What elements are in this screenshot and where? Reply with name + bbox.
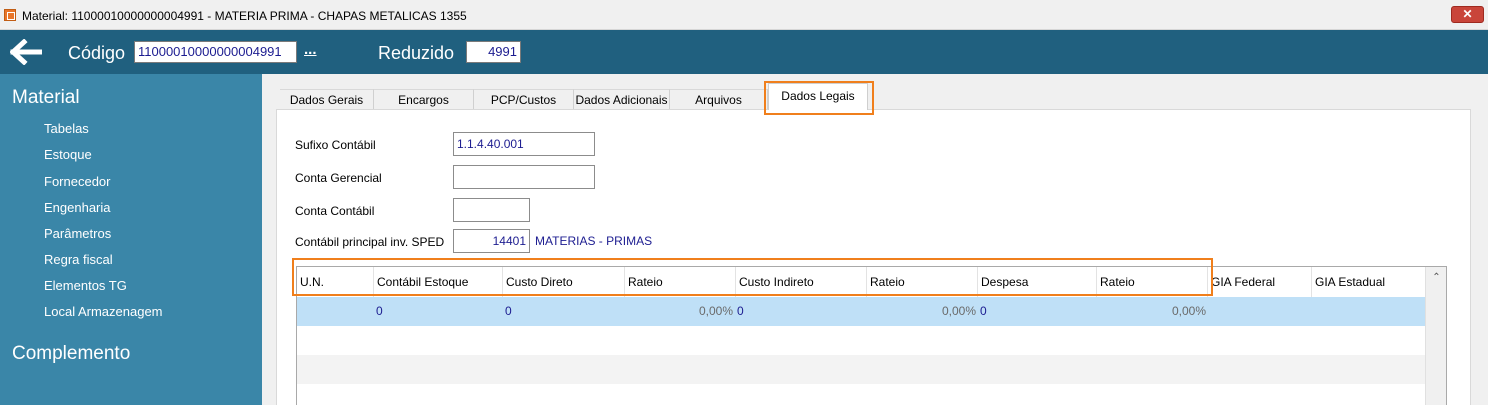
cell-contabil-estoque[interactable]: 0	[376, 297, 496, 326]
sped-label: Contábil principal inv. SPED	[295, 235, 445, 249]
cell-rateio-1[interactable]: 0,00%	[627, 297, 733, 326]
sidebar-item-tabelas[interactable]: Tabelas	[44, 121, 89, 136]
table-row[interactable]: 0 0 0,00% 0 0,00% 0 0,00%	[297, 297, 1425, 326]
window-titlebar: Material: 11000010000000004991 - MATERIA…	[0, 0, 1488, 30]
empty-row	[297, 326, 1425, 355]
header-bar: Código 11000010000000004991 ... Reduzido…	[0, 30, 1488, 74]
window-title: Material: 11000010000000004991 - MATERIA…	[22, 9, 467, 23]
sidebar-item-local-armazenagem[interactable]: Local Armazenagem	[44, 304, 163, 319]
col-header-gia-federal[interactable]: GIA Federal	[1207, 267, 1311, 297]
conta-contabil-label: Conta Contábil	[295, 204, 375, 218]
sidebar-section-material[interactable]: Material	[12, 87, 80, 109]
conta-gerencial-label: Conta Gerencial	[295, 171, 382, 185]
sidebar-item-regra-fiscal[interactable]: Regra fiscal	[44, 252, 113, 267]
sidebar-section-complemento[interactable]: Complemento	[12, 343, 130, 365]
empty-row	[297, 355, 1425, 384]
back-arrow-icon[interactable]	[10, 39, 42, 65]
conta-gerencial-input[interactable]	[453, 165, 595, 189]
grid-vertical-scrollbar[interactable]: ⌃	[1425, 267, 1446, 405]
codigo-lookup-button[interactable]: ...	[304, 41, 317, 58]
sidebar-item-fornecedor[interactable]: Fornecedor	[44, 174, 110, 189]
tab-arquivos[interactable]: Arquivos	[670, 89, 768, 109]
sidebar-item-estoque[interactable]: Estoque	[44, 147, 92, 162]
cell-un[interactable]	[300, 297, 370, 326]
active-tab-highlight	[764, 81, 874, 115]
app-icon	[4, 9, 16, 21]
cell-gia-estadual[interactable]	[1314, 297, 1422, 326]
tab-encargos[interactable]: Encargos	[374, 89, 474, 109]
tab-dados-gerais[interactable]: Dados Gerais	[280, 89, 374, 109]
sidebar-item-parametros[interactable]: Parâmetros	[44, 226, 111, 241]
sped-description: MATERIAS - PRIMAS	[535, 234, 653, 248]
reduzido-label: Reduzido	[378, 43, 455, 63]
sufixo-contabil-input[interactable]: 1.1.4.40.001	[453, 132, 595, 156]
reduzido-field[interactable]: 4991	[466, 41, 521, 63]
codigo-label: Código	[68, 43, 126, 63]
cell-rateio-3[interactable]: 0,00%	[1099, 297, 1206, 326]
columns-highlight	[292, 258, 1213, 296]
codigo-field[interactable]: 11000010000000004991	[134, 41, 297, 63]
sidebar-item-elementos-tg[interactable]: Elementos TG	[44, 278, 127, 293]
tab-pcp-custos[interactable]: PCP/Custos	[474, 89, 574, 109]
cell-rateio-2[interactable]: 0,00%	[869, 297, 976, 326]
sidebar: Material Tabelas Estoque Fornecedor Enge…	[0, 74, 262, 405]
col-header-gia-estadual[interactable]: GIA Estadual	[1311, 267, 1425, 297]
tab-dados-adicionais[interactable]: Dados Adicionais	[574, 89, 670, 109]
cell-custo-indireto[interactable]: 0	[737, 297, 857, 326]
cell-gia-federal[interactable]	[1210, 297, 1308, 326]
sped-input[interactable]: 14401	[453, 229, 530, 253]
scroll-up-icon[interactable]: ⌃	[1426, 267, 1446, 289]
cell-custo-direto[interactable]: 0	[505, 297, 615, 326]
close-button[interactable]: ✕	[1451, 6, 1484, 23]
sufixo-contabil-label: Sufixo Contábil	[295, 138, 376, 152]
cell-despesa[interactable]: 0	[980, 297, 1090, 326]
conta-contabil-input[interactable]	[453, 198, 530, 222]
sidebar-item-engenharia[interactable]: Engenharia	[44, 200, 111, 215]
empty-row	[297, 384, 1425, 405]
